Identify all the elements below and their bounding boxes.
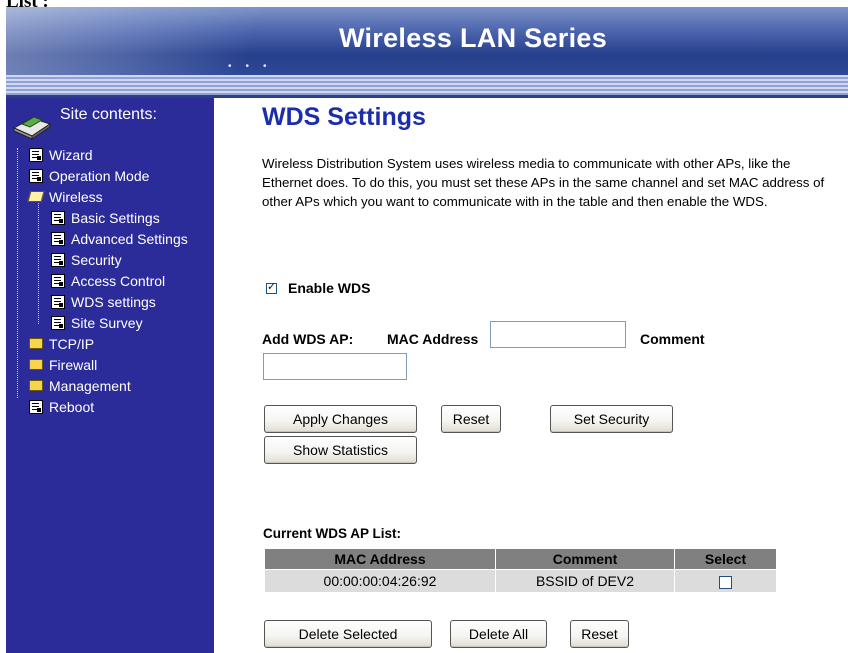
sidebar-item-wireless[interactable]: Wireless <box>11 186 211 207</box>
app-title: Wireless LAN Series <box>338 23 608 53</box>
sidebar-item-label: Operation Mode <box>49 167 150 184</box>
sidebar-item-label: Management <box>49 377 131 394</box>
sidebar-item-label: TCP/IP <box>49 335 95 352</box>
document-icon <box>51 315 65 330</box>
sidebar-item-management[interactable]: Management <box>11 375 211 396</box>
sidebar-item-wds-settings[interactable]: WDS settings <box>11 291 211 312</box>
wds-list-heading: Current WDS AP List: <box>263 526 402 541</box>
enable-wds-label: Enable WDS <box>288 280 371 296</box>
reset-button[interactable]: Reset <box>441 405 501 433</box>
mac-address-label: MAC Address <box>387 331 479 347</box>
sidebar: Site contents: Wizard Operation Mode Wir… <box>6 98 214 653</box>
header-banner: ••• Wireless LAN Series <box>6 7 848 75</box>
folder-icon <box>29 338 43 349</box>
sidebar-item-security[interactable]: Security <box>11 249 211 270</box>
sidebar-item-tcp-ip[interactable]: TCP/IP <box>11 333 211 354</box>
document-icon <box>51 252 65 267</box>
sidebar-item-label: Site Survey <box>71 314 143 331</box>
page-title: WDS Settings <box>262 103 426 131</box>
document-icon <box>51 231 65 246</box>
enable-wds-row: Enable WDS <box>266 280 370 296</box>
mac-address-input[interactable] <box>490 321 626 348</box>
add-wds-ap-label: Add WDS AP: <box>262 331 354 347</box>
sidebar-item-firewall[interactable]: Firewall <box>11 354 211 375</box>
wds-ap-table: MAC Address Comment Select 00:00:00:04:2… <box>264 548 777 593</box>
sidebar-item-label: Security <box>71 251 122 268</box>
sidebar-item-basic-settings[interactable]: Basic Settings <box>11 207 211 228</box>
apply-changes-button[interactable]: Apply Changes <box>264 405 417 433</box>
comment-input[interactable] <box>263 353 407 380</box>
document-icon <box>29 168 43 183</box>
sidebar-item-label: Reboot <box>49 398 95 415</box>
delete-selected-button[interactable]: Delete Selected <box>264 620 432 648</box>
sidebar-item-access-control[interactable]: Access Control <box>11 270 211 291</box>
sidebar-item-label: Wizard <box>49 146 93 163</box>
sidebar-item-reboot[interactable]: Reboot <box>11 396 211 417</box>
banner-dots: ••• <box>228 61 281 72</box>
document-icon <box>51 273 65 288</box>
sidebar-item-advanced-settings[interactable]: Advanced Settings <box>11 228 211 249</box>
delete-all-button[interactable]: Delete All <box>450 620 547 648</box>
sidebar-item-operation-mode[interactable]: Operation Mode <box>11 165 211 186</box>
sidebar-item-label: Advanced Settings <box>71 230 188 247</box>
set-security-button[interactable]: Set Security <box>550 405 673 433</box>
folder-open-icon <box>27 191 45 202</box>
table-row: 00:00:00:04:26:92 BSSID of DEV2 <box>265 570 776 592</box>
sidebar-item-label: Firewall <box>49 356 98 373</box>
header-stripes <box>6 75 848 95</box>
folder-icon <box>29 380 43 391</box>
column-header-comment: Comment <box>496 549 674 569</box>
folder-icon <box>29 359 43 370</box>
cell-mac: 00:00:00:04:26:92 <box>265 570 495 592</box>
show-statistics-button[interactable]: Show Statistics <box>264 436 417 464</box>
document-icon <box>29 147 43 162</box>
sidebar-item-label: Basic Settings <box>71 209 160 226</box>
sidebar-heading: Site contents: <box>60 106 157 123</box>
sidebar-item-label: Wireless <box>49 188 103 205</box>
table-header-row: MAC Address Comment Select <box>265 549 776 569</box>
document-icon <box>29 399 43 414</box>
sidebar-item-label: WDS settings <box>71 293 156 310</box>
column-header-select: Select <box>675 549 776 569</box>
sidebar-item-site-survey[interactable]: Site Survey <box>11 312 211 333</box>
cell-comment: BSSID of DEV2 <box>496 570 674 592</box>
sidebar-item-label: Access Control <box>71 272 166 289</box>
sidebar-item-wizard[interactable]: Wizard <box>11 144 211 165</box>
site-tree: Wizard Operation Mode Wireless Basic Set… <box>11 144 211 417</box>
enable-wds-checkbox[interactable] <box>266 280 277 294</box>
cell-select <box>675 570 776 592</box>
select-row-checkbox[interactable] <box>719 575 732 589</box>
page-description: Wireless Distribution System uses wirele… <box>262 156 825 209</box>
site-contents-icon <box>12 106 52 140</box>
document-icon <box>51 294 65 309</box>
main-content: WDS Settings Wireless Distribution Syste… <box>214 98 848 653</box>
column-header-mac: MAC Address <box>265 549 495 569</box>
document-icon <box>51 210 65 225</box>
sidebar-header: Site contents: <box>12 106 157 140</box>
comment-label: Comment <box>640 331 705 347</box>
list-reset-button[interactable]: Reset <box>570 620 629 648</box>
